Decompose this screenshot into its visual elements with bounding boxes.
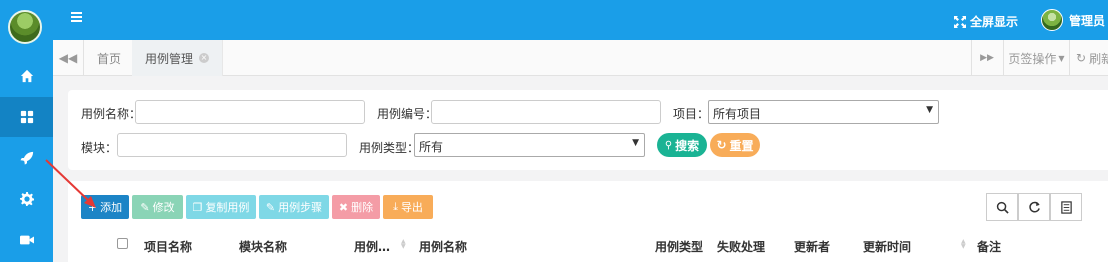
column-header[interactable]: 用例…: [354, 238, 390, 255]
project-select[interactable]: 所有项目 ▼: [708, 100, 939, 124]
expand-icon: [954, 15, 966, 28]
tab-home[interactable]: 首页: [84, 40, 136, 76]
case-no-label: 用例编号：: [377, 107, 438, 121]
column-header[interactable]: 更新时间: [863, 238, 911, 255]
top-navbar: 全屏显示 管理员: [53, 0, 1108, 40]
tab-scroll-left-button[interactable]: ◀◀: [53, 40, 84, 76]
edit-button-label: 修改: [152, 201, 175, 214]
export-button-label: 导出: [400, 201, 423, 214]
export-button[interactable]: ⤓ 导出: [383, 195, 433, 219]
case-steps-label: 用例步骤: [278, 201, 323, 214]
tabs-bar: ◀◀ 首页 用例管理 × ▶▶ 页签操作 ▼ ↻ 刷新: [53, 40, 1108, 76]
case-name-input[interactable]: [135, 100, 365, 124]
copy-case-label: 复制用例: [205, 201, 250, 214]
search-icon: [996, 201, 1009, 214]
avatar-logo[interactable]: [8, 10, 42, 44]
module-label: 模块：: [81, 141, 118, 155]
project-selected: 所有项目: [713, 107, 762, 121]
case-type-select[interactable]: 所有 ▼: [414, 133, 645, 157]
refresh-table-button[interactable]: [1018, 193, 1050, 221]
case-name-label: 用例名称：: [81, 107, 142, 121]
caret-down-icon: ▼: [632, 138, 639, 148]
refresh-label: 刷新: [1089, 51, 1108, 66]
sidebar-item-settings[interactable]: [0, 179, 53, 219]
refresh-tab-button[interactable]: ↻ 刷新: [1069, 40, 1108, 76]
fullscreen-label: 全屏显示: [970, 15, 1019, 29]
add-button-label: 添加: [100, 201, 123, 214]
rocket-icon: [19, 151, 33, 165]
video-icon: [19, 235, 34, 245]
column-header[interactable]: 用例名称: [419, 238, 467, 255]
column-header[interactable]: 用例类型: [655, 238, 703, 255]
tab-operations-dropdown[interactable]: 页签操作 ▼: [1003, 40, 1069, 76]
module-input[interactable]: [117, 133, 347, 157]
refresh-icon: ↻: [1076, 51, 1087, 65]
sort-icon[interactable]: ▲ ▼: [961, 239, 968, 250]
download-icon: ⤓: [393, 200, 398, 213]
case-type-selected: 所有: [419, 140, 444, 154]
close-icon[interactable]: ×: [199, 53, 210, 63]
tab-scroll-right-button[interactable]: ▶▶: [971, 40, 1002, 76]
tab-label: 用例管理: [145, 51, 194, 66]
tab-label: 首页: [97, 51, 122, 66]
sidebar: [0, 0, 53, 262]
avatar: [1041, 9, 1063, 31]
gear-icon: [19, 192, 34, 206]
delete-button[interactable]: ✖ 删除: [332, 195, 380, 219]
caret-down-icon: ▼: [1058, 53, 1065, 63]
search-button[interactable]: ⚲ 搜索: [657, 133, 707, 157]
plus-icon: +: [87, 200, 98, 214]
case-steps-button[interactable]: ✎ 用例步骤: [259, 195, 329, 219]
edit-icon: ✎: [265, 200, 276, 214]
sidebar-item-video[interactable]: [0, 220, 53, 260]
sidebar-item-rocket[interactable]: [0, 138, 53, 178]
table-panel: + 添加 ✎ 修改 ❐ 复制用例 ✎ 用例步骤 ✖ 删除 ⤓ 导出 项目名称 模…: [68, 181, 1108, 262]
edit-icon: ✎: [140, 200, 150, 214]
case-no-input[interactable]: [431, 100, 661, 124]
project-label: 项目：: [673, 107, 710, 121]
delete-button-label: 删除: [351, 201, 374, 214]
column-header[interactable]: 更新者: [794, 238, 830, 255]
user-name: 管理员: [1069, 13, 1106, 28]
sidebar-item-dashboard[interactable]: [0, 97, 53, 137]
columns-toggle-button[interactable]: [1050, 193, 1082, 221]
sidebar-item-home[interactable]: [0, 56, 53, 96]
column-header[interactable]: 模块名称: [239, 238, 287, 255]
reset-button-label: 重置: [729, 138, 754, 153]
menu-toggle-icon[interactable]: [71, 12, 87, 28]
column-header[interactable]: 项目名称: [144, 238, 192, 255]
caret-down-icon: ▼: [926, 105, 933, 115]
dashboard-icon: [20, 110, 33, 124]
refresh-icon: [1028, 201, 1040, 212]
add-button[interactable]: + 添加: [81, 195, 129, 219]
tab-case-management[interactable]: 用例管理 ×: [132, 40, 224, 76]
search-form: 用例名称： 用例编号： 项目： 所有项目 ▼ 模块： 用例类型： 所有 ▼ ⚲ …: [68, 90, 1108, 170]
copy-icon: ❐: [192, 200, 203, 214]
double-left-icon: ◀◀: [58, 51, 78, 65]
user-menu[interactable]: 管理员: [1041, 9, 1105, 31]
fullscreen-button[interactable]: 全屏显示: [954, 13, 1018, 30]
search-button-label: 搜索: [675, 138, 700, 153]
close-icon: ✖: [338, 200, 349, 214]
column-header[interactable]: 备注: [977, 238, 1001, 255]
double-right-icon: ▶▶: [980, 53, 994, 63]
case-type-label: 用例类型：: [359, 141, 420, 155]
toggle-search-button[interactable]: [986, 193, 1018, 221]
reset-button[interactable]: ↻ 重置: [710, 133, 760, 157]
home-icon: [20, 69, 33, 83]
select-all-checkbox[interactable]: [117, 238, 128, 249]
search-icon: ⚲: [664, 139, 673, 151]
sort-icon[interactable]: ▲ ▼: [401, 239, 408, 250]
refresh-icon: ↻: [716, 138, 727, 152]
tab-ops-label: 页签操作: [1008, 51, 1057, 66]
columns-icon: [1060, 200, 1072, 214]
copy-case-button[interactable]: ❐ 复制用例: [186, 195, 256, 219]
edit-button[interactable]: ✎ 修改: [132, 195, 183, 219]
column-header[interactable]: 失败处理: [717, 238, 765, 255]
